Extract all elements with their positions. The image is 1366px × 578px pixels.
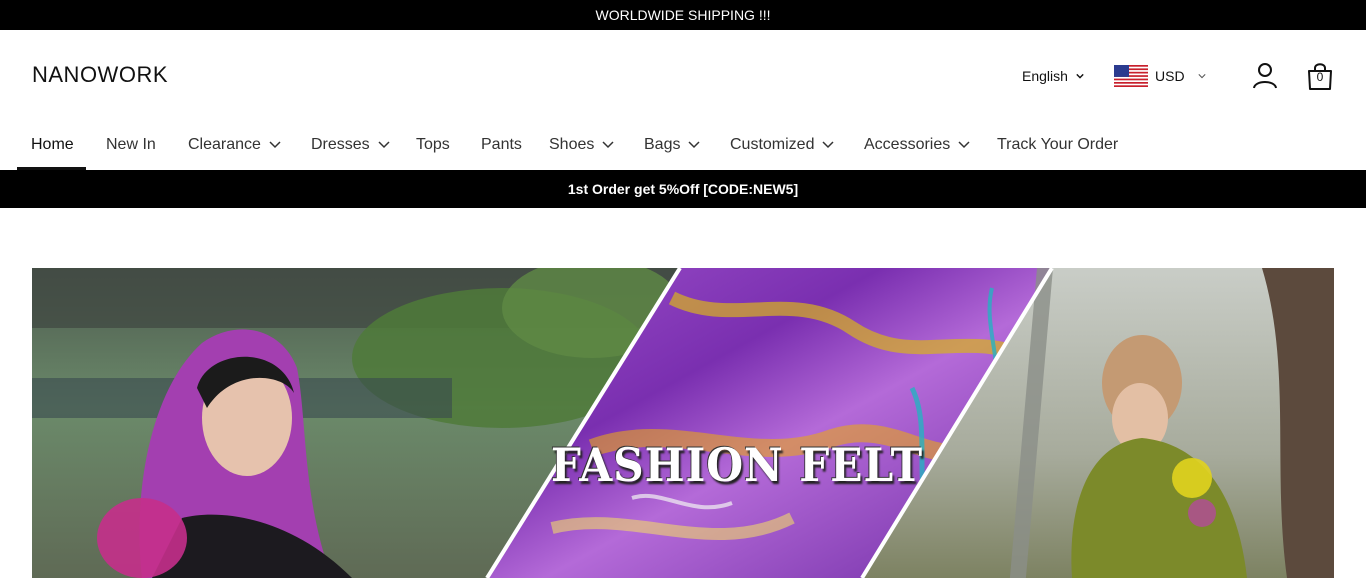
chevron-down-icon bbox=[1197, 74, 1206, 79]
nav-customized[interactable]: Customized bbox=[730, 120, 835, 170]
us-flag-icon bbox=[1114, 65, 1148, 87]
currency-label: USD bbox=[1155, 68, 1185, 84]
nav-accessories[interactable]: Accessories bbox=[864, 120, 970, 170]
nav-track-order[interactable]: Track Your Order bbox=[997, 120, 1118, 170]
main-navigation: Home New In Clearance Dresses Tops Pants… bbox=[0, 120, 1366, 170]
chevron-down-icon bbox=[1076, 73, 1084, 79]
nav-new-in[interactable]: New In bbox=[106, 120, 156, 170]
nav-label: Shoes bbox=[549, 136, 595, 153]
chevron-down-icon bbox=[378, 141, 390, 149]
nav-label: Track Your Order bbox=[997, 136, 1119, 153]
nav-tops[interactable]: Tops bbox=[416, 120, 450, 170]
cart-button[interactable]: 0 bbox=[1306, 61, 1334, 91]
hero-image bbox=[32, 268, 1334, 578]
hero-banner[interactable]: FASHION FELT bbox=[32, 268, 1334, 578]
nav-shoes[interactable]: Shoes bbox=[549, 120, 614, 170]
site-logo[interactable]: NANOWORK bbox=[32, 62, 168, 88]
account-button[interactable] bbox=[1250, 61, 1280, 91]
nav-label: Customized bbox=[730, 136, 815, 153]
chevron-down-icon bbox=[822, 141, 835, 149]
user-icon bbox=[1253, 63, 1277, 89]
chevron-down-icon bbox=[269, 141, 281, 149]
nav-dresses[interactable]: Dresses bbox=[311, 120, 390, 170]
chevron-down-icon bbox=[602, 141, 614, 149]
currency-selector[interactable]: USD bbox=[1114, 65, 1206, 87]
nav-label: Clearance bbox=[188, 136, 261, 153]
nav-label: Home bbox=[31, 136, 74, 153]
nav-label: Dresses bbox=[311, 136, 370, 153]
chevron-down-icon bbox=[688, 141, 700, 149]
nav-label: Tops bbox=[416, 136, 450, 153]
language-selector[interactable]: English bbox=[1022, 68, 1084, 84]
hero-title: FASHION FELT bbox=[550, 438, 924, 492]
nav-label: Accessories bbox=[864, 136, 951, 153]
announcement-bar: WORLDWIDE SHIPPING !!! bbox=[0, 0, 1366, 30]
language-label: English bbox=[1022, 68, 1068, 84]
nav-label: New In bbox=[106, 136, 156, 153]
nav-label: Bags bbox=[644, 136, 681, 153]
site-header: NANOWORK English USD 0 bbox=[0, 30, 1366, 120]
cart-count: 0 bbox=[1316, 70, 1324, 84]
nav-clearance[interactable]: Clearance bbox=[188, 120, 281, 170]
nav-pants[interactable]: Pants bbox=[481, 120, 522, 170]
nav-label: Pants bbox=[481, 136, 522, 153]
nav-home[interactable]: Home bbox=[31, 120, 74, 170]
promo-bar: 1st Order get 5%Off [CODE:NEW5] bbox=[0, 170, 1366, 208]
chevron-down-icon bbox=[958, 141, 970, 149]
nav-bags[interactable]: Bags bbox=[644, 120, 700, 170]
announcement-text: WORLDWIDE SHIPPING !!! bbox=[595, 7, 771, 23]
promo-text: 1st Order get 5%Off [CODE:NEW5] bbox=[567, 181, 799, 197]
